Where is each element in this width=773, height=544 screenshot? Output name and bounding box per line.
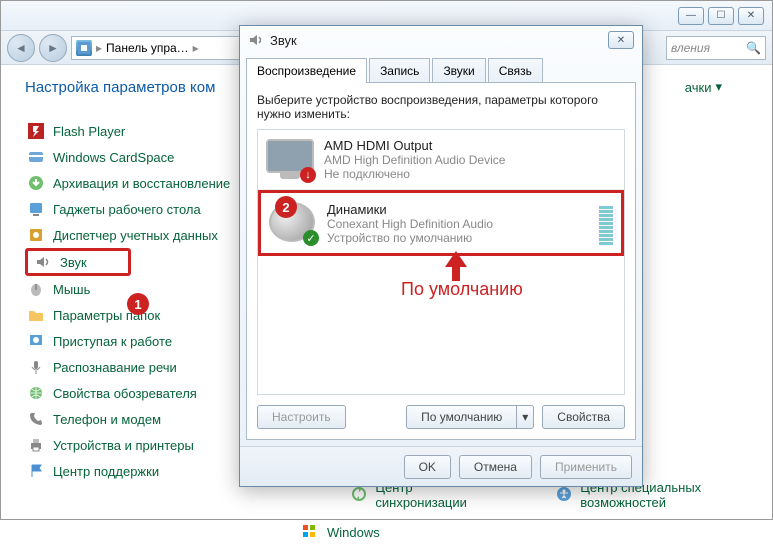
device-status: Не подключено xyxy=(324,167,616,181)
mouse-icon xyxy=(27,280,45,298)
cardspace-icon xyxy=(27,148,45,166)
view-by-dropdown[interactable]: ачки ▾ xyxy=(685,79,722,95)
properties-button[interactable]: Свойства xyxy=(542,405,625,429)
gadgets-icon xyxy=(27,200,45,218)
globe-icon xyxy=(27,384,45,402)
sync-icon xyxy=(351,486,367,504)
apply-button[interactable]: Применить xyxy=(540,455,632,479)
dialog-titlebar: Звук ✕ xyxy=(240,26,642,54)
flag-icon xyxy=(27,462,45,480)
cp-item-sound[interactable]: Звук xyxy=(25,248,131,276)
sound-icon xyxy=(34,253,52,271)
minimize-button[interactable]: — xyxy=(678,7,704,25)
windows-update-icon xyxy=(301,523,319,541)
accessibility-icon xyxy=(556,486,572,504)
dialog-title: Звук xyxy=(270,33,297,48)
nav-forward-button[interactable]: ► xyxy=(39,34,67,62)
safe-icon xyxy=(27,226,45,244)
set-default-button[interactable]: По умолчанию xyxy=(406,405,516,429)
configure-button[interactable]: Настроить xyxy=(257,405,346,429)
flash-icon xyxy=(27,122,45,140)
device-driver: Conexant High Definition Audio xyxy=(327,217,589,231)
speaker-icon xyxy=(248,32,264,48)
mic-icon xyxy=(27,358,45,376)
device-speakers[interactable]: ✓ Динамики Conexant High Definition Audi… xyxy=(258,190,624,256)
getting-started-icon xyxy=(27,332,45,350)
annotation-arrow-icon xyxy=(441,249,471,283)
chevron-down-icon: ▾ xyxy=(715,79,722,95)
backup-icon xyxy=(27,174,45,192)
search-icon: 🔍 xyxy=(746,41,761,55)
dialog-footer: OK Отмена Применить xyxy=(240,446,642,486)
tab-playback[interactable]: Воспроизведение xyxy=(246,58,367,83)
nav-back-button[interactable]: ◄ xyxy=(7,34,35,62)
breadcrumb-sep-icon: ▸ xyxy=(96,41,102,55)
default-check-icon: ✓ xyxy=(303,230,319,246)
annotation-badge-2: 2 xyxy=(275,196,297,218)
instruction-text: Выберите устройство воспроизведения, пар… xyxy=(257,93,625,121)
ok-button[interactable]: OK xyxy=(404,455,451,479)
tab-sounds[interactable]: Звуки xyxy=(432,58,485,83)
device-hdmi[interactable]: ↓ AMD HDMI Output AMD High Definition Au… xyxy=(258,130,624,190)
search-hint: вления xyxy=(671,41,710,55)
phone-icon xyxy=(27,410,45,428)
maximize-button[interactable]: ☐ xyxy=(708,7,734,25)
device-name: AMD HDMI Output xyxy=(324,138,616,153)
breadcrumb-sep-icon: ▸ xyxy=(193,41,199,55)
right-item[interactable]: Windows xyxy=(301,520,762,544)
tab-communications[interactable]: Связь xyxy=(488,58,543,83)
disconnected-badge-icon: ↓ xyxy=(300,167,316,183)
folder-icon xyxy=(27,306,45,324)
set-default-dropdown[interactable]: ▾ xyxy=(516,405,534,429)
tabs: Воспроизведение Запись Звуки Связь xyxy=(240,54,642,83)
cancel-button[interactable]: Отмена xyxy=(459,455,532,479)
device-status: Устройство по умолчанию xyxy=(327,231,589,245)
close-button[interactable]: ✕ xyxy=(738,7,764,25)
dialog-close-button[interactable]: ✕ xyxy=(608,31,634,49)
tab-recording[interactable]: Запись xyxy=(369,58,430,83)
annotation-label: По умолчанию xyxy=(401,279,523,300)
device-driver: AMD High Definition Audio Device xyxy=(324,153,616,167)
monitor-icon: ↓ xyxy=(266,139,314,181)
set-default-split-button[interactable]: По умолчанию ▾ xyxy=(406,405,534,429)
control-panel-icon xyxy=(76,40,92,56)
breadcrumb-label: Панель упра… xyxy=(106,41,189,55)
printer-icon xyxy=(27,436,45,454)
annotation-badge-1: 1 xyxy=(127,293,149,315)
level-meter xyxy=(599,201,613,245)
device-name: Динамики xyxy=(327,202,589,217)
search-box[interactable]: вления 🔍 xyxy=(666,36,766,60)
